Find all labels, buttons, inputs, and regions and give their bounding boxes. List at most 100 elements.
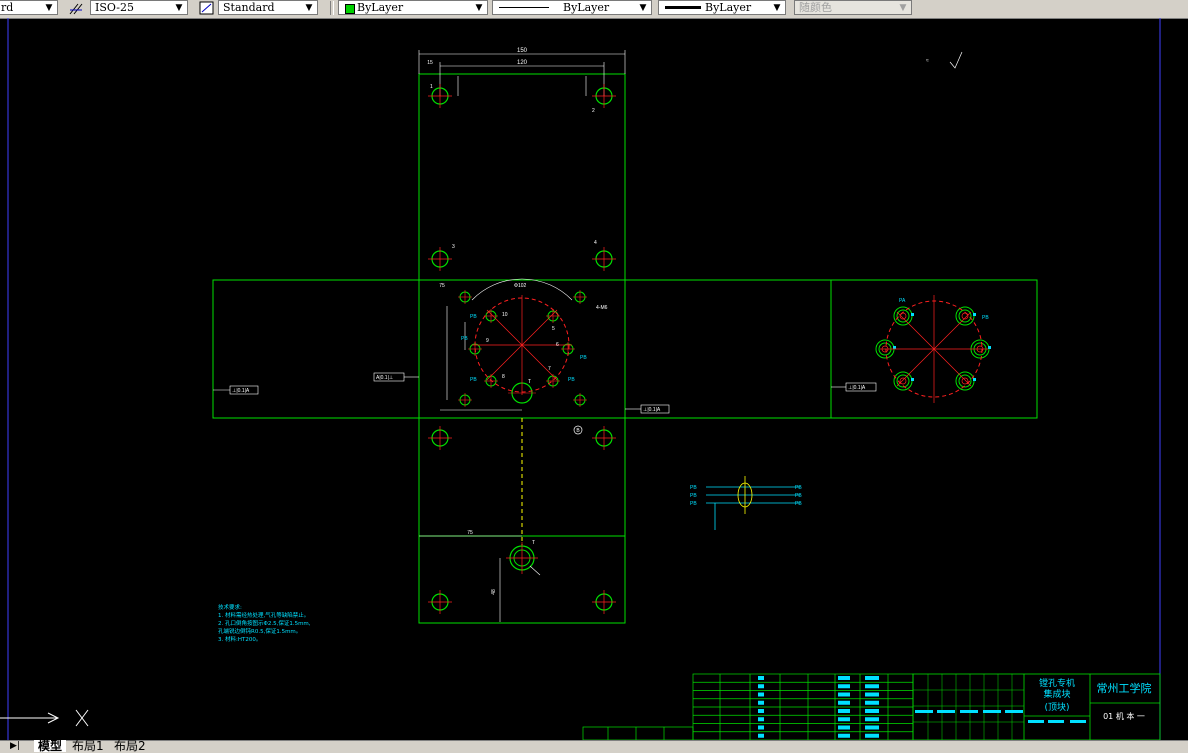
tab-layout-2[interactable]: 布局2: [110, 740, 150, 752]
ucs-icon: [0, 709, 89, 727]
svg-text:PB: PB: [690, 493, 697, 499]
dim-style-combo[interactable]: ISO-25 ▼: [90, 0, 188, 15]
tab-model[interactable]: 模型: [34, 740, 67, 752]
hole-number: 5: [552, 326, 555, 332]
color-value: ByLayer: [357, 1, 404, 14]
chevron-down-icon[interactable]: ▼: [473, 1, 485, 14]
hole-number: 9: [486, 338, 489, 344]
color-combo[interactable]: ByLayer ▼: [338, 0, 488, 15]
side-port-hole: [893, 306, 914, 326]
tolerance-frame-1: ⊥|0.1|A: [232, 388, 250, 394]
note-line-1: 1. 材料需经热处理,气孔等缺陷禁止。: [218, 611, 309, 619]
linetype-value: ByLayer: [563, 1, 610, 14]
linetype-combo[interactable]: ByLayer ▼: [492, 0, 652, 15]
note-line-4: 3. 材料:HT200。: [218, 635, 261, 643]
viewport-border: [7, 18, 1161, 740]
port-hole: [573, 290, 587, 304]
port-label: PB: [568, 377, 575, 383]
hole-number: 4: [594, 240, 597, 246]
dim-4m6: 4-M6: [596, 305, 608, 311]
side-port-hole: [955, 306, 976, 326]
dim-bottom-75: 75: [467, 530, 473, 536]
dimension-style-icon[interactable]: [68, 0, 86, 16]
surface-finish-symbol: ≈: [926, 51, 963, 69]
hole-number: 1: [430, 84, 433, 90]
note-line-3: 孔端锐边倒钝R0.5,保证1.5mm。: [218, 627, 301, 635]
note-line-2: 2. 孔口倒角按图示Φ2.5,保证1.5mm,: [218, 619, 311, 627]
dim-top-inner: 120: [517, 60, 528, 66]
dim-circle: Φ102: [514, 283, 527, 289]
layout-tabs: ▶| 模型 布局1 布局2: [0, 740, 1188, 753]
port-label: PB: [580, 355, 587, 361]
mounting-hole: [428, 247, 452, 271]
tolerance-frames: ⊥|0.1|A A|0.1|⊥ ⊥|0.1|A ⊥|0.1|A: [213, 372, 877, 414]
school-name: 常州工学院: [1097, 681, 1152, 695]
svg-text:PB: PB: [795, 493, 802, 499]
svg-text:PB: PB: [690, 501, 697, 507]
table-style-combo[interactable]: Standard ▼: [218, 0, 318, 15]
svg-text:PB: PB: [795, 501, 802, 507]
color-swatch-icon: [345, 4, 355, 14]
dim-side-75: 75: [439, 283, 445, 289]
dim-height-48: 48: [491, 589, 497, 595]
plot-style-value: 随颜色: [799, 1, 832, 14]
hole-number: T: [528, 379, 531, 385]
part-outlines: [212, 73, 1038, 624]
hole-number: 8: [502, 374, 505, 380]
chevron-down-icon: ▼: [899, 3, 907, 13]
port-hole: [546, 309, 560, 323]
dim-style-value: ISO-25: [95, 1, 135, 14]
port-hole: [458, 393, 472, 407]
table-style-icon[interactable]: [198, 0, 216, 16]
port-label: PB: [470, 314, 477, 320]
lineweight-combo[interactable]: ByLayer ▼: [658, 0, 786, 15]
svg-text:PB: PB: [795, 485, 802, 491]
hydraulic-symbol: PB PB PB PB PB PB: [690, 476, 802, 530]
title-block: 镗孔专机 集成块 (顶块) 常州工学院 01 机 本 一: [912, 673, 1161, 740]
chevron-down-icon[interactable]: ▼: [173, 1, 185, 14]
title-line-1: 镗孔专机: [1039, 677, 1075, 689]
properties-toolbar: rd ▼ ISO-25 ▼ Standard ▼ ByLayer ▼ ByLay…: [0, 0, 1188, 19]
bottom-tapped-hole: T: [506, 540, 541, 576]
title-line-2: 集成块: [1043, 688, 1070, 700]
drawing-canvas[interactable]: 150 120 15 75 48 75 4-M6 Φ102 1234567891…: [0, 18, 1188, 740]
technical-notes: 技术要求: 1. 材料需经热处理,气孔等缺陷禁止。 2. 孔口倒角按图示Φ2.5…: [218, 603, 311, 643]
datum-b-label: B: [576, 428, 580, 434]
hole-number: 7: [548, 366, 551, 372]
mounting-hole: [428, 590, 452, 614]
side-port-hole: [893, 371, 914, 391]
chevron-down-icon[interactable]: ▼: [771, 1, 783, 14]
bom-table: [582, 673, 914, 740]
mounting-hole: [592, 247, 616, 271]
notes-title: 技术要求:: [218, 603, 242, 611]
table-style-value: Standard: [223, 1, 275, 14]
svg-text:PB: PB: [690, 485, 697, 491]
text-style-combo[interactable]: rd ▼: [0, 0, 58, 15]
tab-layout-1[interactable]: 布局1: [68, 740, 108, 752]
hole-number: 2: [592, 108, 595, 114]
chevron-down-icon[interactable]: ▼: [637, 1, 649, 14]
chevron-down-icon[interactable]: ▼: [303, 1, 315, 14]
hole-labels: 1 2 3 4 5 6 7 8 9 10 T PB PB PB PB PB PA PB: [430, 84, 989, 385]
mounting-hole: [428, 426, 452, 450]
bottom-hole-t: T: [532, 540, 535, 546]
title-line-3: (顶块): [1044, 701, 1069, 713]
port-label: PB: [461, 336, 468, 342]
tolerance-frame-4: ⊥|0.1|A: [848, 385, 866, 391]
mounting-hole: [592, 590, 616, 614]
tab-nav-arrows-icon[interactable]: ▶|: [10, 741, 20, 751]
datum-marker: B: [573, 425, 583, 435]
tolerance-frame-2: A|0.1|⊥: [376, 375, 393, 381]
port-label: PB: [470, 377, 477, 383]
dim-top-overall: 150: [517, 48, 528, 54]
chevron-down-icon[interactable]: ▼: [43, 1, 55, 14]
text-style-value: rd: [1, 1, 14, 14]
mounting-hole: [592, 84, 616, 108]
drawing-number: 01 机 本 一: [1103, 711, 1145, 721]
hole-number: 10: [502, 312, 508, 318]
port-label: PB: [982, 315, 989, 321]
tolerance-frame-3: ⊥|0.1|A: [643, 407, 661, 413]
toolbar-separator: [330, 1, 334, 15]
hole-number: 6: [556, 342, 559, 348]
plot-style-combo: 随颜色 ▼: [794, 0, 912, 15]
